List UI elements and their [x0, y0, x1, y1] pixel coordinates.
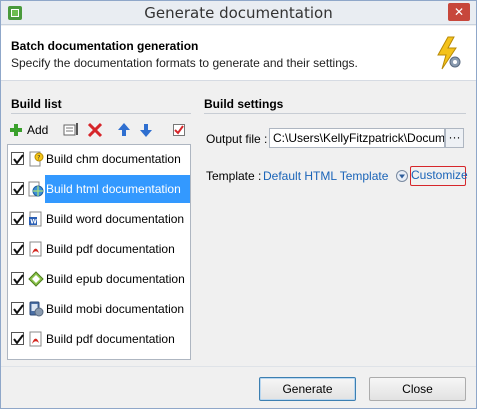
- pdf-document-icon: [29, 331, 42, 347]
- dialog-header: Batch documentation generation Specify t…: [1, 26, 476, 81]
- item-label: Build word documentation: [46, 212, 185, 226]
- list-item[interactable]: Build epub documentation: [8, 265, 190, 293]
- customize-link[interactable]: Customize: [410, 166, 468, 186]
- generate-documentation-dialog: Generate documentation ✕ Batch documenta…: [0, 0, 477, 409]
- title-bar: Generate documentation ✕: [1, 1, 476, 25]
- close-button[interactable]: Close: [369, 377, 466, 401]
- build-settings-separator: [204, 113, 466, 114]
- window-close-button[interactable]: ✕: [448, 3, 470, 21]
- delete-icon[interactable]: [87, 120, 103, 140]
- build-list[interactable]: ? Build chm documentation Build html doc…: [7, 144, 191, 360]
- list-item[interactable]: Build html documentation: [8, 175, 190, 203]
- item-label: Build html documentation: [45, 175, 190, 203]
- item-checkbox[interactable]: [11, 212, 24, 225]
- header-title: Batch documentation generation: [11, 39, 199, 53]
- template-label: Template :: [206, 169, 262, 183]
- build-settings-label: Build settings: [204, 97, 284, 111]
- list-item[interactable]: ? Build chm documentation: [8, 145, 190, 173]
- add-label: Add: [27, 123, 49, 137]
- item-label: Build chm documentation: [46, 152, 181, 166]
- item-label: Build pdf documentation: [46, 332, 175, 346]
- item-checkbox[interactable]: [11, 242, 24, 255]
- list-item[interactable]: W Build word documentation: [8, 205, 190, 233]
- svg-text:?: ?: [37, 155, 40, 162]
- chevron-down-icon[interactable]: [396, 170, 408, 182]
- mobi-icon: [29, 301, 44, 317]
- html-globe-icon: [28, 181, 44, 197]
- item-checkbox[interactable]: [11, 182, 24, 195]
- build-list-separator: [11, 113, 191, 114]
- dialog-footer: Generate Close: [1, 366, 476, 408]
- list-item[interactable]: Build pdf documentation: [8, 325, 190, 353]
- item-label: Build pdf documentation: [46, 242, 175, 256]
- browse-button[interactable]: ···: [445, 128, 464, 148]
- list-item[interactable]: Build mobi documentation: [8, 295, 190, 323]
- item-label: Build mobi documentation: [46, 302, 185, 316]
- lightning-gear-icon: [437, 36, 461, 70]
- item-checkbox[interactable]: [11, 302, 24, 315]
- output-file-field[interactable]: C:\Users\KellyFitzpatrick\Documents: [269, 128, 445, 148]
- build-list-label: Build list: [11, 97, 62, 111]
- item-checkbox[interactable]: [11, 272, 24, 285]
- item-checkbox[interactable]: [11, 152, 24, 165]
- word-document-icon: W: [29, 211, 42, 227]
- add-button[interactable]: Add: [9, 120, 53, 140]
- chm-help-icon: ?: [29, 151, 44, 167]
- list-item[interactable]: Build pdf documentation: [8, 235, 190, 263]
- pdf-document-icon: [29, 241, 42, 257]
- item-checkbox[interactable]: [11, 332, 24, 345]
- generate-button[interactable]: Generate: [259, 377, 356, 401]
- plus-icon: [10, 124, 22, 136]
- edit-properties-icon[interactable]: [63, 120, 81, 140]
- template-link[interactable]: Default HTML Template: [263, 169, 388, 183]
- item-label: Build epub documentation: [46, 272, 185, 286]
- window-title: Generate documentation: [144, 4, 333, 22]
- header-subtitle: Specify the documentation formats to gen…: [11, 56, 358, 70]
- check-all-icon[interactable]: [172, 120, 186, 140]
- move-down-icon[interactable]: [139, 120, 153, 140]
- svg-text:W: W: [30, 219, 37, 226]
- move-up-icon[interactable]: [117, 120, 131, 140]
- output-file-label: Output file :: [206, 132, 268, 146]
- epub-icon: [28, 271, 44, 287]
